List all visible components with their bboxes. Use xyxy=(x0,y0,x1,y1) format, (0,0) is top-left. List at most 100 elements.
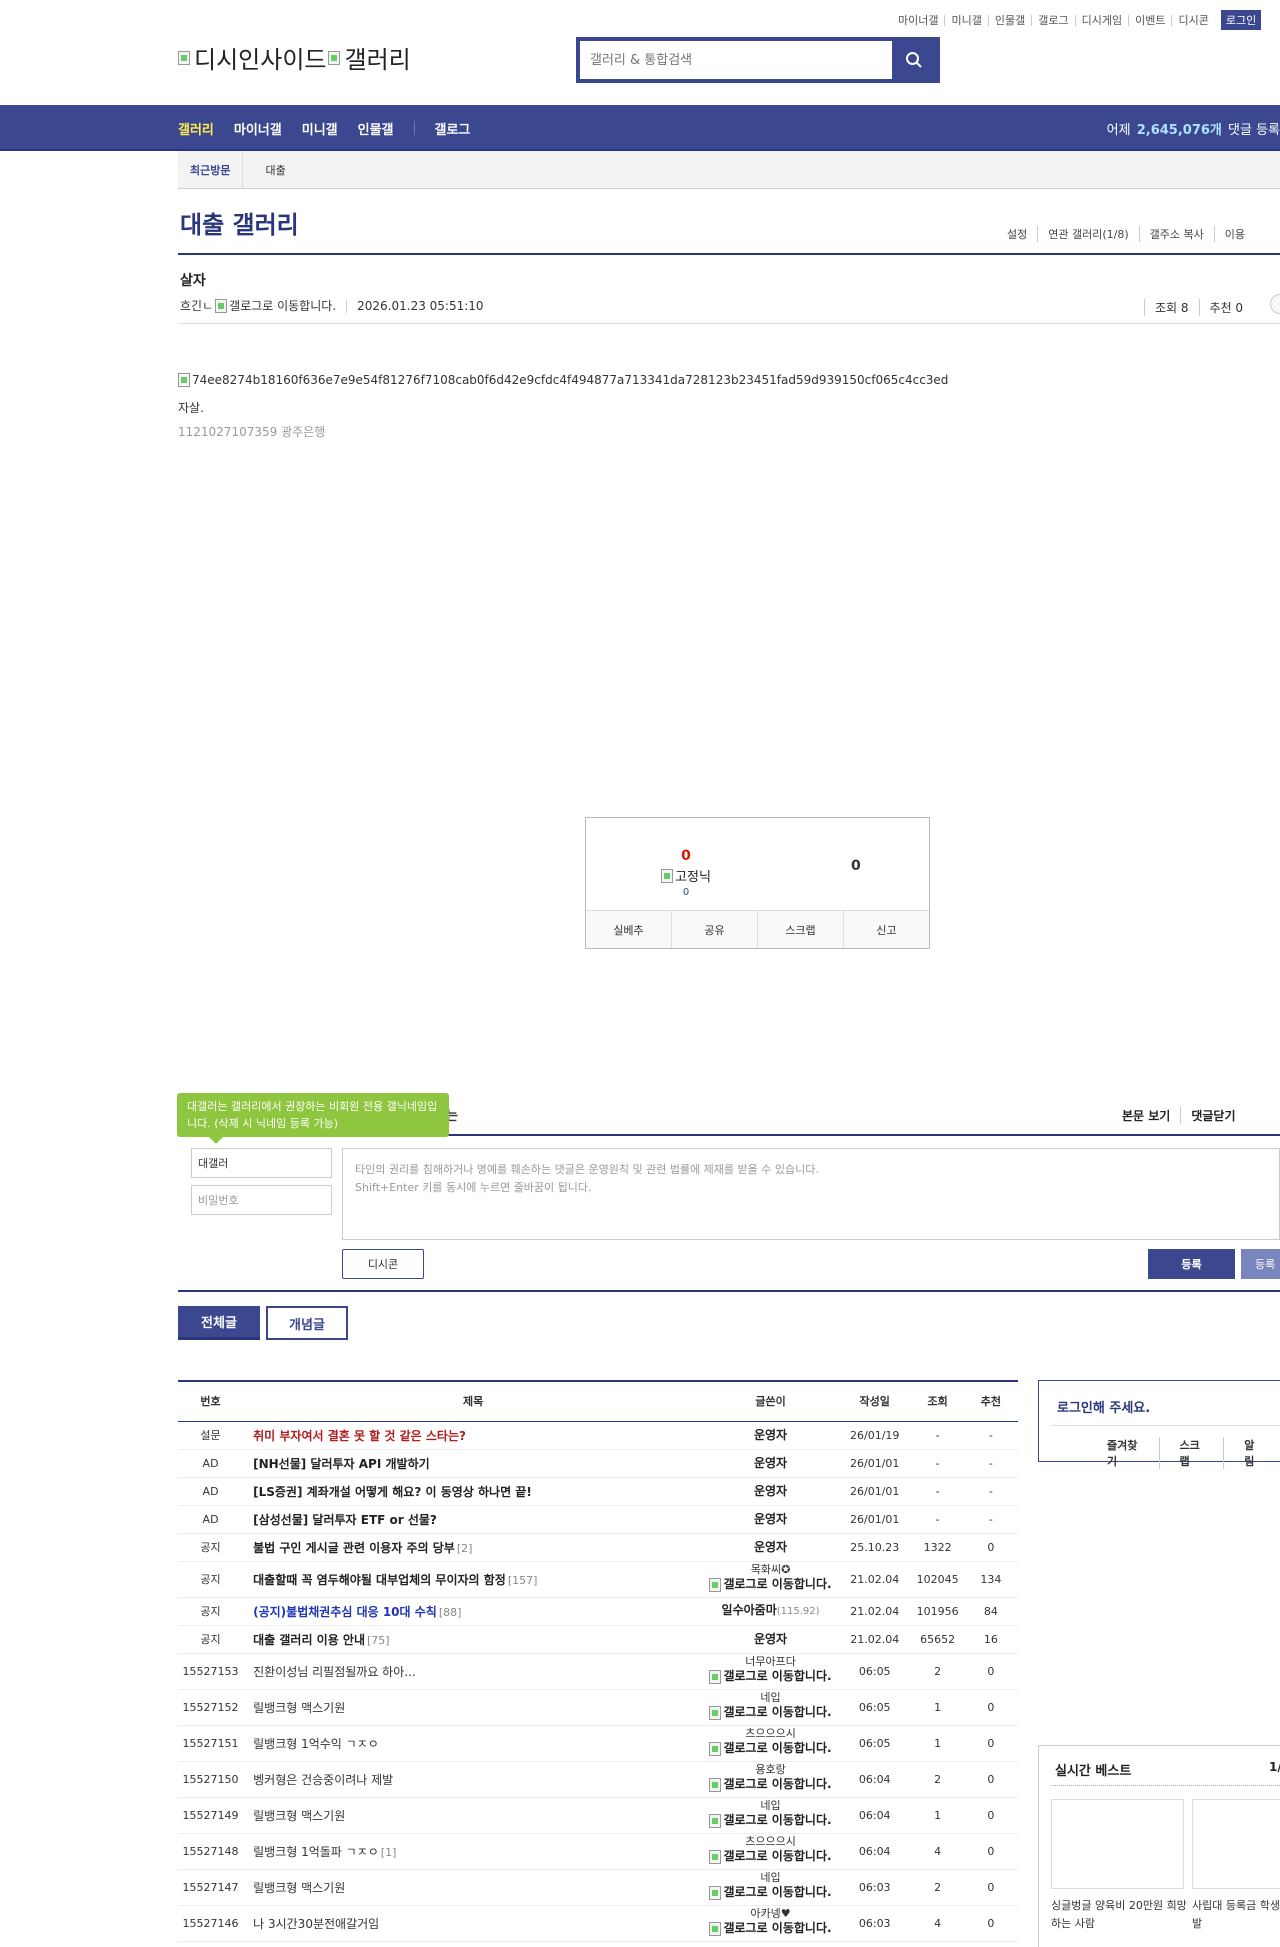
gallog-link[interactable]: 갤로그로 이동합니다. xyxy=(709,1885,832,1900)
realbest-button[interactable]: 실베추 xyxy=(586,911,671,948)
row-writer[interactable]: 운영자 xyxy=(703,1449,838,1478)
table-row[interactable]: 설문 취미 부자여서 결혼 못 할 것 같은 스타는? 운영자 26/01/19- - xyxy=(178,1421,1018,1450)
row-subject-text[interactable]: 릴뱅크형 맥스기원 xyxy=(253,1701,345,1715)
writer-nick[interactable]: 아카넹♥ xyxy=(705,1906,836,1921)
row-subject[interactable]: 대출 갤러리 이용 안내 [75] xyxy=(243,1625,704,1654)
row-subject-text[interactable]: 릴뱅크형 1억돌파 ㄱㅈㅇ xyxy=(253,1845,379,1859)
gallog-link[interactable]: 갤로그로 이동합니다. xyxy=(709,1741,832,1756)
table-row[interactable]: 15527153 진환이성님 리필점될까요 하아... 너무아프다 갤로그로 이동합니… xyxy=(178,1653,1018,1690)
row-writer[interactable]: 일수아줌마(115.92) xyxy=(703,1597,838,1626)
row-subject-text[interactable]: [LS증권] 계좌개설 어떻게 해요? 이 동영상 하나면 끝! xyxy=(253,1485,532,1499)
table-row[interactable]: 공지 (공지)불법채권추심 대응 10대 수칙 [88] 일수아줌마(115.92) 2… xyxy=(178,1597,1018,1626)
share-button[interactable]: 공유 xyxy=(671,911,757,948)
view-body-link[interactable]: 본문 보기 xyxy=(1122,1107,1180,1124)
writer-name[interactable]: 일수아줌마 xyxy=(722,1603,777,1617)
row-subject-text[interactable]: 벵커형은 건승중이려나 제발 xyxy=(253,1773,393,1787)
best-thumbnail[interactable] xyxy=(1192,1799,1280,1889)
password-field[interactable]: 비밀번호 xyxy=(191,1185,332,1215)
row-comment-count[interactable]: [88] xyxy=(439,1606,462,1619)
table-row[interactable]: 공지 대출 갤러리 이용 안내 [75] 운영자 21.02.04 65652 16 xyxy=(178,1625,1018,1654)
row-writer[interactable]: 운영자 xyxy=(703,1505,838,1534)
row-subject-text[interactable]: 릴뱅크형 1억수익 ㄱㅈㅇ xyxy=(253,1737,379,1751)
writer-nick[interactable]: 네입 xyxy=(705,1870,836,1885)
usage-link[interactable]: 이용 xyxy=(1213,226,1255,242)
writer-nick[interactable]: 용호랑 xyxy=(705,1762,836,1777)
table-row[interactable]: 공지 대출할때 꼭 염두해야될 대부업체의 무이자의 함정 [157] 목화씨✪ 갤로그… xyxy=(178,1561,1018,1598)
top-link-person[interactable]: 인물갤 xyxy=(987,14,1031,26)
login-button[interactable]: 로그인 xyxy=(1220,10,1262,30)
row-comment-count[interactable]: [157] xyxy=(508,1574,538,1587)
more-options-icon[interactable] xyxy=(1270,294,1280,314)
table-row[interactable]: 15527149 릴뱅크형 맥스기원 네입 갤로그로 이동합니다. 06:04 1 0 xyxy=(178,1797,1018,1834)
best-caption[interactable]: 사립대 등록금 학생들, 거센 반발 xyxy=(1192,1897,1280,1933)
gallog-link[interactable]: 갤로그로 이동합니다. xyxy=(709,1577,832,1592)
row-comment-count[interactable]: [2] xyxy=(457,1542,473,1555)
row-subject[interactable]: 불법 구인 게시글 관련 이용자 주의 당부 [2] xyxy=(243,1533,704,1562)
top-link-event[interactable]: 이벤트 xyxy=(1128,14,1171,26)
recent-gallery-link[interactable]: 대출 xyxy=(243,162,285,178)
gallog-alt[interactable]: 갤로그로 이동합니다. xyxy=(229,297,336,314)
nickname-field[interactable]: 대갤러 xyxy=(191,1148,332,1178)
best-thumbnail[interactable] xyxy=(1051,1799,1184,1889)
row-subject-text[interactable]: 릴뱅크형 맥스기원 xyxy=(253,1881,345,1895)
row-comment-count[interactable]: [75] xyxy=(367,1634,390,1647)
row-writer[interactable]: 츠으으으시 갤로그로 이동합니다. xyxy=(703,1833,838,1870)
post-image[interactable]: 74ee8274b18160f636e7e9e54f81276f7108cab0… xyxy=(178,373,948,387)
row-subject[interactable]: 벵커형은 건승중이려나 제발 xyxy=(243,1761,704,1798)
table-row[interactable]: 15527152 릴뱅크형 맥스기원 네입 갤로그로 이동합니다. 06:05 1 0 xyxy=(178,1689,1018,1726)
gallog-link[interactable]: 갤로그로 이동합니다. xyxy=(709,1705,832,1720)
best-caption[interactable]: 싱글벙글 양육비 20만원 희망하는 사람 xyxy=(1051,1897,1191,1933)
row-subject[interactable]: 릴뱅크형 1억수익 ㄱㅈㅇ xyxy=(243,1725,704,1762)
row-writer[interactable]: 츠으으으시 갤로그로 이동합니다. xyxy=(703,1725,838,1762)
row-subject[interactable]: [LS증권] 계좌개설 어떻게 해요? 이 동영상 하나면 끝! xyxy=(243,1477,704,1506)
gnb-gallery[interactable]: 갤러리 xyxy=(178,119,214,138)
row-subject-text[interactable]: (공지)불법채권추심 대응 10대 수칙 xyxy=(253,1605,437,1619)
writer-nick[interactable]: 츠으으으시 xyxy=(705,1726,836,1741)
top-link-minor[interactable]: 마이너갤 xyxy=(892,15,944,26)
table-row[interactable]: 15527146 나 3시간30분전애갈거임 아카넹♥ 갤로그로 이동합니다. 06:0… xyxy=(178,1905,1018,1942)
table-row[interactable]: 15527147 릴뱅크형 맥스기원 네입 갤로그로 이동합니다. 06:03 2 0 xyxy=(178,1869,1018,1906)
row-subject-text[interactable]: 취미 부자여서 결혼 못 할 것 같은 스타는? xyxy=(253,1429,466,1443)
row-subject[interactable]: 릴뱅크형 맥스기원 xyxy=(243,1869,704,1906)
row-writer[interactable]: 운영자 xyxy=(703,1533,838,1562)
row-subject-text[interactable]: 대출 갤러리 이용 안내 xyxy=(253,1633,365,1647)
row-comment-count[interactable]: [1] xyxy=(381,1846,397,1859)
gnb-person[interactable]: 인물갤 xyxy=(358,119,394,138)
table-row[interactable]: AD [삼성선물] 달러투자 ETF or 선물? 운영자 26/01/01- - xyxy=(178,1505,1018,1534)
table-row[interactable]: 15527150 벵커형은 건승중이려나 제발 용호랑 갤로그로 이동합니다. 06:0… xyxy=(178,1761,1018,1798)
top-link-mini[interactable]: 미니갤 xyxy=(944,14,987,26)
row-writer[interactable]: 운영자 xyxy=(703,1421,838,1450)
gallog-link[interactable]: 갤로그로 이동합니다. xyxy=(709,1849,832,1864)
table-row[interactable]: 15527148 릴뱅크형 1억돌파 ㄱㅈㅇ [1] 츠으으으시 갤로그로 이동합니다.… xyxy=(178,1833,1018,1870)
login-prompt[interactable]: 로그인해 주세요. xyxy=(1057,1397,1150,1416)
row-subject[interactable]: 릴뱅크형 맥스기원 xyxy=(243,1689,704,1726)
table-row[interactable]: AD [NH선물] 달러투자 API 개발하기 운영자 26/01/01- - xyxy=(178,1449,1018,1478)
top-link-game[interactable]: 디시게임 xyxy=(1074,14,1128,26)
writer-nick[interactable]: 네입 xyxy=(705,1798,836,1813)
row-subject-text[interactable]: [삼성선물] 달러투자 ETF or 선물? xyxy=(253,1513,437,1527)
row-writer[interactable]: 운영자 xyxy=(703,1625,838,1654)
submit-button[interactable]: 등록 xyxy=(1148,1249,1235,1279)
scrap-link[interactable]: 스크랩 xyxy=(1158,1437,1224,1469)
row-subject-text[interactable]: 대출할때 꼭 염두해야될 대부업체의 무이자의 함정 xyxy=(253,1573,506,1587)
gallog-link[interactable]: 갤로그로 이동합니다. xyxy=(709,1921,832,1936)
notification-link[interactable]: 알림 xyxy=(1223,1437,1280,1469)
row-subject-text[interactable]: 나 3시간30분전애갈거임 xyxy=(253,1917,379,1931)
search-button[interactable] xyxy=(892,41,936,79)
row-writer[interactable]: 아카넹♥ 갤로그로 이동합니다. xyxy=(703,1905,838,1942)
row-writer[interactable]: 네입 갤로그로 이동합니다. xyxy=(703,1869,838,1906)
gnb-minor[interactable]: 마이너갤 xyxy=(234,119,282,138)
writer-nick[interactable]: 목화씨✪ xyxy=(705,1562,836,1577)
writer-nick[interactable]: 너무아프다 xyxy=(705,1654,836,1669)
gallery-title[interactable]: 대출 갤러리 xyxy=(180,205,299,240)
gallog-link[interactable]: 갤로그로 이동합니다. xyxy=(709,1813,832,1828)
row-writer[interactable]: 용호랑 갤로그로 이동합니다. xyxy=(703,1761,838,1798)
gallog-link[interactable]: 갤로그로 이동합니다. xyxy=(709,1777,832,1792)
favorites-link[interactable]: 즐겨찾기 xyxy=(1087,1437,1159,1469)
tab-all-posts[interactable]: 전체글 xyxy=(178,1306,260,1340)
recent-visit-label[interactable]: 최근방문 xyxy=(178,162,242,178)
site-logo[interactable]: 디시인사이드 갤러리 xyxy=(178,40,411,75)
table-row[interactable]: 15527151 릴뱅크형 1억수익 ㄱㅈㅇ 츠으으으시 갤로그로 이동합니다. 06:… xyxy=(178,1725,1018,1762)
row-subject[interactable]: 대출할때 꼭 염두해야될 대부업체의 무이자의 함정 [157] xyxy=(243,1561,704,1598)
row-writer[interactable]: 너무아프다 갤로그로 이동합니다. xyxy=(703,1653,838,1690)
